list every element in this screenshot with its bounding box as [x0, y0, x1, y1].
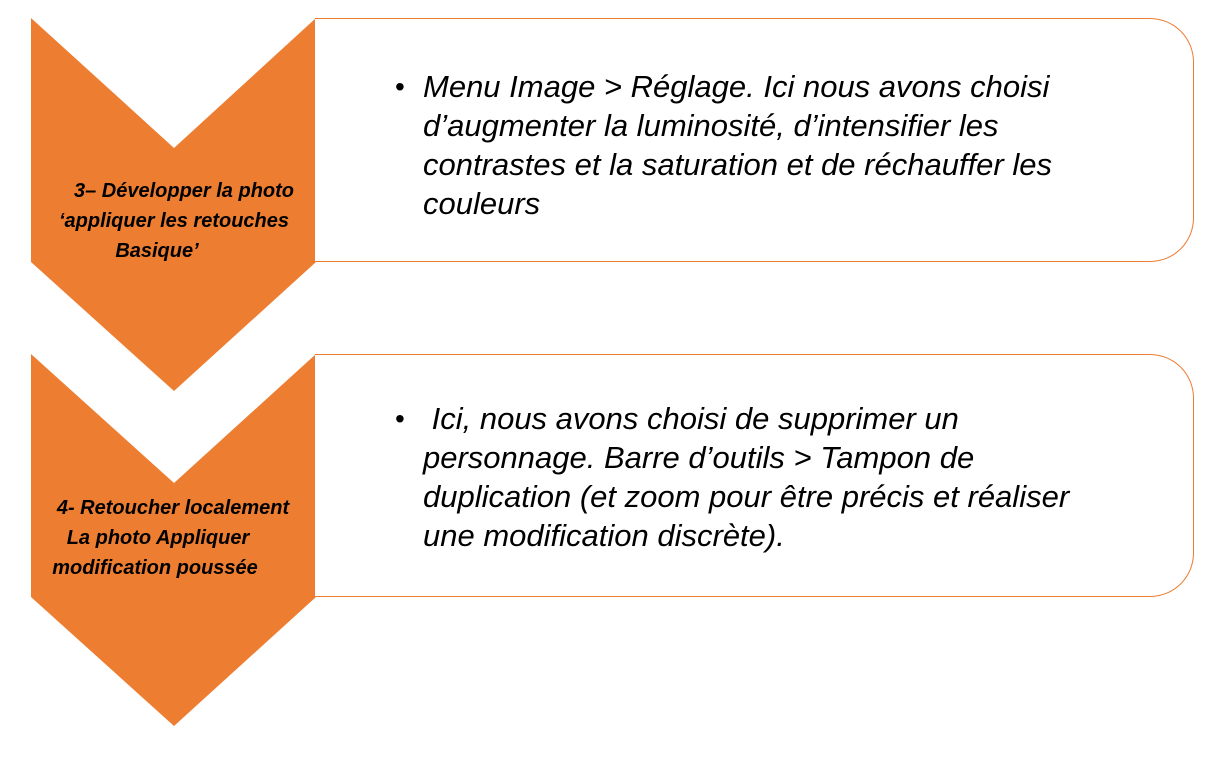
step-3-bullet-line-1: Menu Image > Réglage. Ici nous avons cho… [423, 69, 1050, 104]
step-3-card: • Menu Image > Réglage. Ici nous avons c… [315, 18, 1194, 262]
step-4-card: • Ici, nous avons choisi de supprimer un… [315, 354, 1194, 597]
step-4-label-line-2: La photo Appliquer [66, 527, 250, 549]
step-3-label: 3– Développer la photo ‘appliquer les re… [36, 176, 312, 266]
step-3-label-line-3: Basique’ [115, 240, 199, 262]
step-4-bullet-line-4: une modification discrète). [423, 518, 785, 553]
step-3-bullet-line-2: d’augmenter la luminosité, d’intensifier… [423, 108, 999, 143]
step-3-bullet-line-4: couleurs [423, 186, 541, 221]
step-4-bullet-line-2: personnage. Barre d’outils > Tampon de [423, 440, 975, 475]
step-3-bullet-line-3: contrastes et la saturation et de réchau… [423, 147, 1052, 182]
step-3-label-line-2: ‘appliquer les retouches [58, 210, 290, 232]
bullet-icon: • [395, 71, 405, 102]
bullet-icon: • [395, 403, 405, 434]
step-4-label: 4- Retoucher localement La photo Appliqu… [30, 493, 310, 583]
step-3-label-line-1: 3– Développer la photo [73, 180, 295, 202]
step-4-bullet-line-3: duplication (et zoom pour être précis et… [423, 479, 1070, 514]
step-4-label-line-1: 4- Retoucher localement [56, 497, 290, 519]
process-diagram: 3– Développer la photo ‘appliquer les re… [0, 0, 1229, 757]
step-3-bullet-item: • Menu Image > Réglage. Ici nous avons c… [395, 67, 1052, 223]
step-4-bullet-item: • Ici, nous avons choisi de supprimer un… [395, 399, 1070, 555]
step-4-label-line-3: modification poussée [52, 557, 258, 579]
step-4-bullet-line-1: Ici, nous avons choisi de supprimer un [423, 401, 959, 436]
